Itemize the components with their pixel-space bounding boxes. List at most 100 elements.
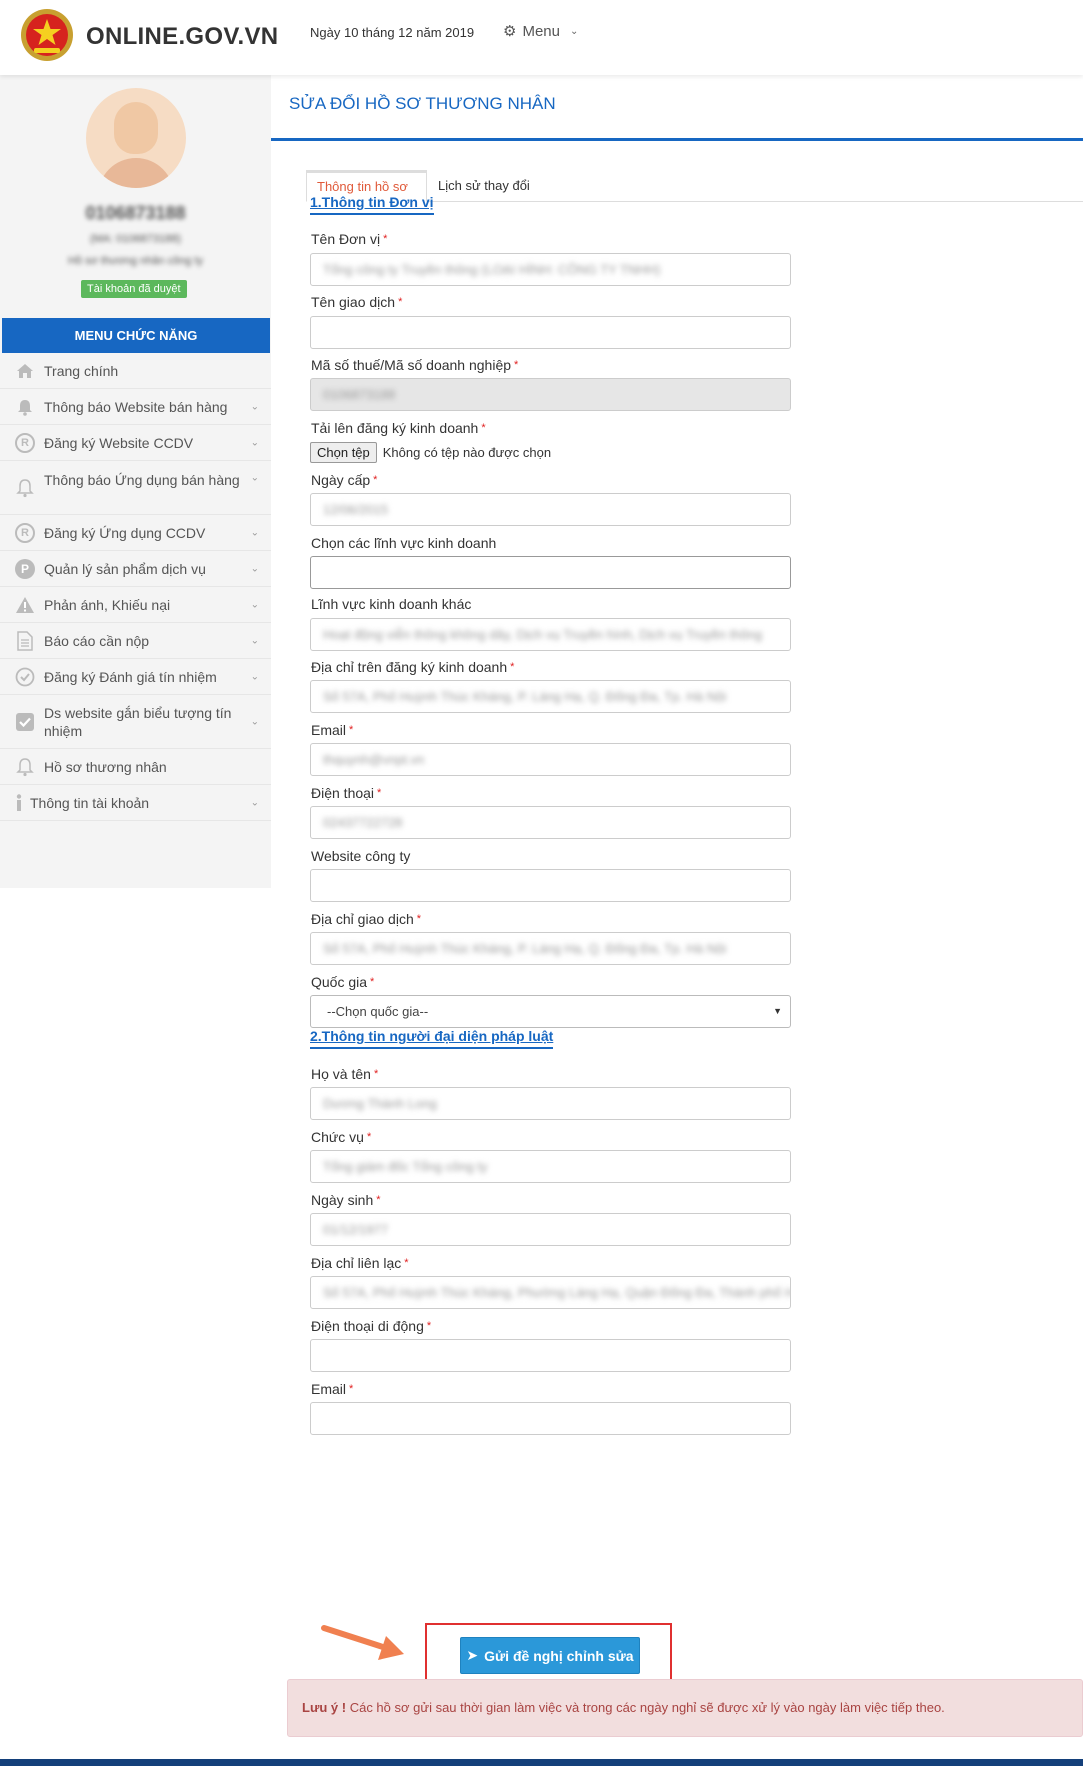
ma-so-thue-input: 0106873188 <box>310 378 791 411</box>
chevron-down-icon: ⌄ <box>250 401 259 412</box>
pointer-arrow-icon <box>321 1625 404 1660</box>
field-label-dia-chi-giao-dich: Địa chỉ giao dịch * <box>311 911 422 927</box>
field-label-dt-di-dong: Điện thoại di động * <box>311 1318 432 1334</box>
bell-outline-icon <box>14 477 36 499</box>
field-label-dia-chi-dkkd: Địa chỉ trên đăng ký kinh doanh * <box>311 659 515 675</box>
dia-chi-dkkd-input[interactable]: Số 57A, Phố Huỳnh Thúc Kháng, P. Láng Hạ… <box>310 680 791 713</box>
file-status-text: Không có tệp nào được chọn <box>382 445 552 460</box>
field-label-linh-vuc: Chọn các lĩnh vực kinh doanh <box>311 535 497 551</box>
field-label-email-rep: Email * <box>311 1381 354 1397</box>
field-label-linh-vuc-khac: Lĩnh vực kinh doanh khác <box>311 596 472 612</box>
chevron-down-icon: ⌄ <box>250 671 259 682</box>
dia-chi-giao-dich-input[interactable]: Số 57A, Phố Huỳnh Thúc Kháng, P. Láng Hạ… <box>310 932 791 965</box>
sidebar-item-merchant-profile[interactable]: Hồ sơ thương nhân <box>0 749 271 785</box>
sidebar-item-register-app[interactable]: R Đăng ký Ứng dụng CCDV ⌄ <box>0 515 271 551</box>
linh-vuc-select[interactable] <box>310 556 791 589</box>
user-desc: Hồ sơ thương nhân công ty <box>68 255 203 267</box>
chevron-down-icon: ⌄ <box>250 716 259 727</box>
field-label-website: Website công ty <box>311 848 411 864</box>
field-label-email: Email * <box>311 722 354 738</box>
sidebar-item-trust-rating[interactable]: Đăng ký Đánh giá tín nhiệm ⌄ <box>0 659 271 695</box>
menu-heading: MENU CHỨC NĂNG <box>2 318 270 353</box>
notice-strong: Lưu ý ! <box>302 1700 347 1715</box>
ho-ten-input[interactable]: Dương Thành Long <box>310 1087 791 1120</box>
field-label-ten-giao-dich: Tên giao dịch * <box>311 294 403 310</box>
field-label-dia-chi-lien-lac: Địa chỉ liên lạc * <box>311 1255 409 1271</box>
user-sub: (MA: 0106873188) <box>89 233 182 245</box>
ten-giao-dich-input[interactable] <box>310 316 791 349</box>
sidebar-item-app-notice[interactable]: Thông báo Ứng dụng bán hàng ⌄ <box>0 461 271 515</box>
sidebar-item-label: Thông tin tài khoản <box>30 794 150 811</box>
submit-edit-request-button[interactable]: ➤ Gửi đề nghị chỉnh sửa <box>460 1637 640 1674</box>
sidebar-item-register-website[interactable]: R Đăng ký Website CCDV ⌄ <box>0 425 271 461</box>
ngay-cap-input[interactable]: 12/06/2015 <box>310 493 791 526</box>
top-menu-button[interactable]: ⚙ Menu ⌄ <box>503 22 579 41</box>
chevron-down-icon: ⌄ <box>569 25 579 37</box>
field-label-dien-thoai: Điện thoại * <box>311 785 382 801</box>
status-badge: Tài khoản đã duyệt <box>81 280 187 298</box>
sidebar-item-label: Hồ sơ thương nhân <box>44 758 167 775</box>
national-emblem-logo[interactable] <box>20 8 74 62</box>
notice-alert: Lưu ý ! Các hồ sơ gửi sau thời gian làm … <box>287 1679 1083 1737</box>
notice-text: Các hồ sơ gửi sau thời gian làm việc và … <box>349 1700 945 1715</box>
check-circle-icon <box>14 666 36 688</box>
dt-di-dong-input[interactable] <box>310 1339 791 1372</box>
sidebar-item-label: Thông báo Website bán hàng <box>44 398 228 415</box>
sidebar-item-account-info[interactable]: Thông tin tài khoản ⌄ <box>0 785 271 821</box>
chevron-down-icon: ⌄ <box>250 797 259 808</box>
email-input[interactable]: thquynh@vnpt.vn <box>310 743 791 776</box>
sidebar-item-trust-badge-list[interactable]: Ds website gắn biểu tượng tín nhiệm ⌄ <box>0 695 271 749</box>
sidebar-item-label: Đăng ký Website CCDV <box>44 434 194 451</box>
linh-vuc-khac-input[interactable]: Hoạt động viễn thông không dây, Dịch vụ … <box>310 618 791 651</box>
field-label-quoc-gia: Quốc gia * <box>311 974 375 990</box>
submit-label: Gửi đề nghị chỉnh sửa <box>484 1647 634 1664</box>
sidebar-item-label: Đăng ký Đánh giá tín nhiệm <box>44 668 217 685</box>
choose-file-button[interactable]: Chọn tệp <box>310 442 377 463</box>
sidebar: 0106873188 (MA: 0106873188) Hồ sơ thương… <box>0 75 271 888</box>
top-menu-label: Menu <box>522 22 560 40</box>
field-label-tai-len: Tải lên đăng ký kinh doanh * <box>311 420 486 436</box>
sidebar-item-website-notice[interactable]: Thông báo Website bán hàng ⌄ <box>0 389 271 425</box>
document-icon <box>14 630 36 652</box>
chevron-down-icon: ⌄ <box>250 472 259 484</box>
sidebar-item-label: Phản ánh, Khiếu nại <box>44 596 171 613</box>
sidebar-item-home[interactable]: Trang chính <box>0 353 271 389</box>
bell-outline-icon <box>14 756 36 778</box>
send-icon: ➤ <box>466 1647 479 1663</box>
ten-don-vi-input[interactable]: Tổng công ty Truyền thông (LOẠI HÌNH: CÔ… <box>310 253 791 286</box>
chuc-vu-input[interactable]: Tổng giám đốc Tổng công ty <box>310 1150 791 1183</box>
dien-thoai-input[interactable]: 02437722728 <box>310 806 791 839</box>
chevron-down-icon: ⌄ <box>250 599 259 610</box>
registered-icon: R <box>14 522 36 544</box>
dia-chi-lien-lac-input[interactable]: Số 57A, Phố Huỳnh Thúc Kháng, Phường Lán… <box>310 1276 791 1309</box>
top-header: ONLINE.GOV.VN Ngày 10 tháng 12 năm 2019 … <box>0 0 1083 75</box>
quoc-gia-select[interactable]: --Chọn quốc gia-- ▼ <box>310 995 791 1028</box>
avatar <box>86 88 186 188</box>
sidebar-item-label: Đăng ký Ứng dụng CCDV <box>44 524 206 541</box>
site-brand[interactable]: ONLINE.GOV.VN <box>86 23 278 51</box>
field-label-ngay-cap: Ngày cấp * <box>311 472 378 488</box>
sidebar-item-label: Báo cáo cần nộp <box>44 632 150 649</box>
section-unit-info-title: 1.Thông tin Đơn vị <box>310 194 434 215</box>
chevron-down-icon: ⌄ <box>250 563 259 574</box>
tab-change-history[interactable]: Lịch sử thay đổi <box>428 170 540 202</box>
email-rep-input[interactable] <box>310 1402 791 1435</box>
ngay-sinh-input[interactable]: 01/12/1977 <box>310 1213 791 1246</box>
sidebar-item-complaints[interactable]: Phản ánh, Khiếu nại ⌄ <box>0 587 271 623</box>
home-icon <box>14 360 36 382</box>
gear-icon: ⚙ <box>503 23 517 40</box>
sidebar-item-label: Trang chính <box>44 362 119 379</box>
footer-bar <box>0 1759 1083 1766</box>
sidebar-item-label: Quản lý sản phẩm dịch vụ <box>44 560 206 577</box>
page-title: SỬA ĐỔI HỒ SƠ THƯƠNG NHÂN <box>289 94 556 113</box>
field-label-ten-don-vi: Tên Đơn vị * <box>311 231 388 247</box>
sidebar-menu: Trang chính Thông báo Website bán hàng ⌄… <box>0 353 271 821</box>
bell-icon <box>14 396 36 418</box>
sidebar-item-products[interactable]: P Quản lý sản phẩm dịch vụ ⌄ <box>0 551 271 587</box>
field-label-ma-so-thue: Mã số thuế/Mã số doanh nghiệp * <box>311 357 519 373</box>
website-input[interactable] <box>310 869 791 902</box>
file-upload: Chọn tệp Không có tệp nào được chọn <box>310 442 551 463</box>
registered-icon: R <box>14 432 36 454</box>
sidebar-item-reports[interactable]: Báo cáo cần nộp ⌄ <box>0 623 271 659</box>
current-date: Ngày 10 tháng 12 năm 2019 <box>310 25 475 40</box>
